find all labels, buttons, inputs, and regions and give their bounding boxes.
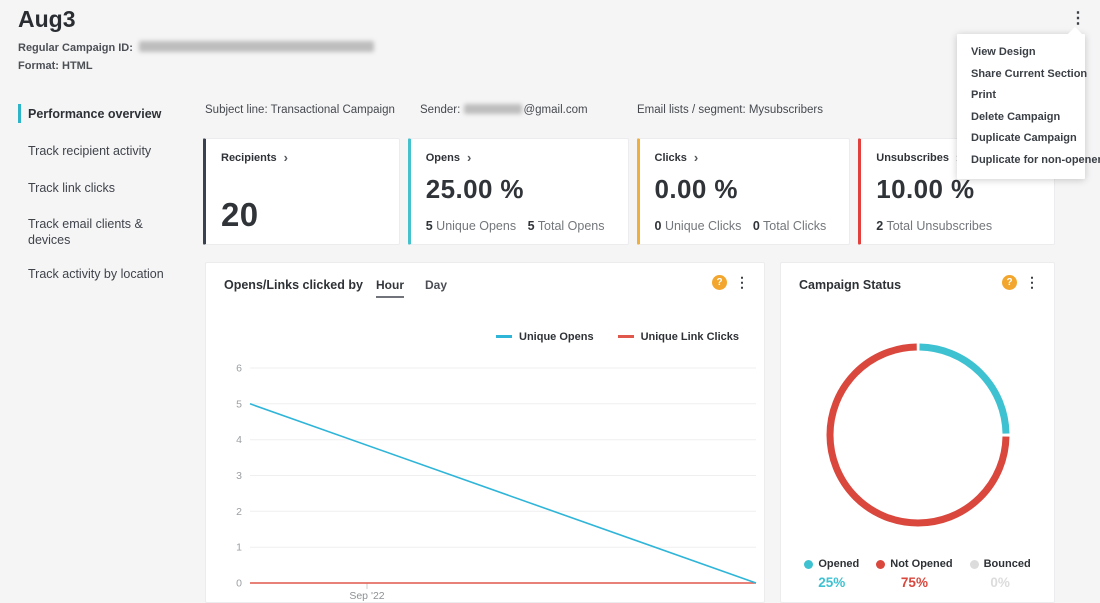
unique-clicks-label: Unique Clicks [665,219,741,233]
line-chart-plot: 6 5 4 3 2 1 0 Sep '22 [216,356,761,603]
svg-text:4: 4 [236,434,242,446]
stat-cards-row: Recipients › 20 Opens › 25.00 % 5 Unique… [203,138,1055,245]
svg-text:0: 0 [236,578,242,590]
chevron-right-icon: › [467,151,471,164]
bounced-percentage: 0% [970,575,1031,590]
y-axis-labels: 6 5 4 3 2 1 0 [236,363,242,590]
total-unsubscribes-label: Total Unsubscribes [886,219,992,233]
campaign-id-line: Regular Campaign ID: [18,41,374,54]
status-menu-kebab-icon[interactable]: ⋮ [1025,275,1039,289]
email-lists-line: Email lists / segment: Mysubscribers [637,104,823,116]
sidebar-item-track-email-clients-devices[interactable]: Track email clients & devices [28,216,186,248]
total-opens-count: 5 [528,219,535,233]
page-menu-kebab-icon[interactable]: ⋮ [1070,11,1086,27]
stat-card-recipients: Recipients › 20 [203,138,400,245]
unique-link-clicks-dash-icon [618,335,634,338]
opens-subtext: 5 Unique Opens 5 Total Opens [426,219,613,233]
legend-unique-link-clicks[interactable]: Unique Link Clicks [618,331,739,343]
x-axis-label: Sep '22 [349,590,384,602]
unique-opens-line [250,404,756,583]
sender-domain: @gmail.com [523,104,587,116]
campaign-id-label: Regular Campaign ID: [18,42,133,54]
redacted-campaign-id [139,41,374,52]
not-opened-percentage: 75% [876,575,952,590]
chart-title: Opens/Links clicked by [224,278,363,292]
opens-value: 25.00 % [426,174,613,205]
sidebar-item-track-link-clicks[interactable]: Track link clicks [28,180,186,196]
tab-day[interactable]: Day [425,278,447,298]
opened-percentage: 25% [804,575,859,590]
clicks-value: 0.00 % [655,174,835,205]
menu-item-share-current-section[interactable]: Share Current Section [957,64,1085,86]
not-opened-dot-icon [876,560,885,569]
sidebar-item-performance-overview[interactable]: Performance overview [28,106,186,122]
svg-text:1: 1 [236,542,242,554]
campaign-status-card: Campaign Status ? ⋮ Opened 25% Not Opene… [780,262,1055,603]
opens-label: Opens [426,152,460,164]
chevron-right-icon: › [694,151,698,164]
unique-clicks-count: 0 [655,219,662,233]
menu-item-view-design[interactable]: View Design [957,42,1085,64]
status-title: Campaign Status [799,278,901,292]
redacted-sender-name [464,104,522,114]
svg-text:5: 5 [236,398,242,410]
sidebar-item-track-activity-by-location[interactable]: Track activity by location [28,266,186,282]
sidebar-item-track-recipient-activity[interactable]: Track recipient activity [28,143,186,159]
chart-menu-kebab-icon[interactable]: ⋮ [735,275,749,289]
tab-hour[interactable]: Hour [376,278,404,298]
gridlines [250,368,756,583]
bounced-dot-icon [970,560,979,569]
campaign-status-donut [820,337,1016,533]
unique-opens-dash-icon [496,335,512,338]
help-icon[interactable]: ? [1002,275,1017,290]
chart-legend: Unique Opens Unique Link Clicks [496,331,739,343]
subject-line: Subject line: Transactional Campaign [205,104,395,116]
menu-item-delete-campaign[interactable]: Delete Campaign [957,107,1085,129]
stat-card-opens: Opens › 25.00 % 5 Unique Opens 5 Total O… [408,138,629,245]
context-menu: View Design Share Current Section Print … [957,34,1085,179]
unsubscribes-subtext: 2 Total Unsubscribes [876,219,1039,233]
chart-granularity-tabs: Hour Day [376,278,447,298]
recipients-value: 20 [221,198,384,233]
unique-opens-count: 5 [426,219,433,233]
total-opens-label: Total Opens [538,219,605,233]
opens-link[interactable]: Opens › [426,151,613,164]
opened-dot-icon [804,560,813,569]
legend-bounced[interactable]: Bounced 0% [970,558,1031,590]
sender-line: Sender: @gmail.com [420,104,588,116]
svg-text:6: 6 [236,363,242,375]
unique-opens-label: Unique Opens [436,219,516,233]
svg-text:3: 3 [236,470,242,482]
total-clicks-count: 0 [753,219,760,233]
stat-card-clicks: Clicks › 0.00 % 0 Unique Clicks 0 Total … [637,138,851,245]
menu-item-print[interactable]: Print [957,85,1085,107]
recipients-label: Recipients [221,152,277,164]
menu-item-duplicate-campaign[interactable]: Duplicate Campaign [957,128,1085,150]
format-line: Format: HTML [18,60,93,72]
total-clicks-label: Total Clicks [763,219,826,233]
legend-unique-opens[interactable]: Unique Opens [496,331,594,343]
chevron-right-icon: › [284,151,288,164]
campaign-report-page: Aug3 Regular Campaign ID: Format: HTML ⋮… [0,0,1100,603]
recipients-link[interactable]: Recipients › [221,151,384,164]
menu-item-duplicate-for-non-openers[interactable]: Duplicate for non-openers [957,150,1085,172]
clicks-subtext: 0 Unique Clicks 0 Total Clicks [655,219,835,233]
total-unsubscribes-count: 2 [876,219,883,233]
clicks-link[interactable]: Clicks › [655,151,835,164]
page-title: Aug3 [18,6,76,33]
help-icon[interactable]: ? [712,275,727,290]
sidebar-active-indicator [18,104,21,123]
sender-label: Sender: [420,104,460,116]
svg-text:2: 2 [236,506,242,518]
clicks-label: Clicks [655,152,687,164]
unsubscribes-label: Unsubscribes [876,152,949,164]
legend-opened[interactable]: Opened 25% [804,558,859,590]
legend-not-opened[interactable]: Not Opened 75% [876,558,952,590]
opens-links-chart-card: Opens/Links clicked by Hour Day ? ⋮ Uniq… [205,262,765,603]
status-legend: Opened 25% Not Opened 75% Bounced 0% [781,558,1054,590]
